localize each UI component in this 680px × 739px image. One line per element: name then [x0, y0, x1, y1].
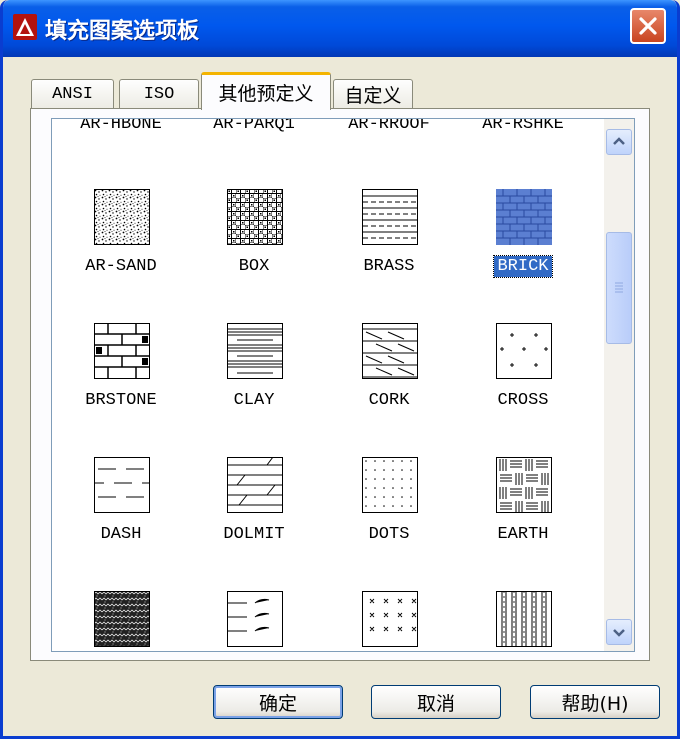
- pattern-flex[interactable]: [187, 591, 321, 651]
- pattern-label: CLAY: [233, 391, 275, 410]
- pattern-box[interactable]: BOX: [187, 189, 321, 323]
- pattern-brick[interactable]: BRICK: [456, 189, 590, 323]
- close-button[interactable]: [630, 8, 666, 44]
- pattern-grid: AR-HBONE AR-PARQ1 AR-RROOF AR-RSHKE AR-S…: [52, 119, 604, 651]
- pattern-grass[interactable]: [322, 591, 456, 651]
- scroll-thumb[interactable]: [606, 232, 632, 344]
- tab-label: 其他预定义: [218, 83, 314, 105]
- pattern-label: DASH: [100, 525, 142, 544]
- brass-pattern-icon: [362, 189, 418, 245]
- pattern-dolmit[interactable]: DOLMIT: [187, 457, 321, 591]
- cancel-button[interactable]: 取消: [371, 685, 501, 719]
- window-title: 填充图案选项板: [45, 19, 200, 44]
- help-button-label: 帮助(H): [561, 692, 629, 715]
- tab-label: ISO: [143, 85, 175, 104]
- autocad-logo-icon: [13, 14, 37, 40]
- pattern-label-selected: BRICK: [493, 255, 553, 278]
- pattern-label-ar-rshke[interactable]: AR-RSHKE: [456, 119, 590, 134]
- tab-iso[interactable]: ISO: [119, 79, 199, 109]
- pattern-label: BRSTONE: [85, 391, 157, 410]
- pattern-label: AR-SAND: [85, 257, 157, 276]
- close-icon: [639, 17, 657, 35]
- pattern-label: DOLMIT: [223, 525, 285, 544]
- box-pattern-icon: [227, 189, 283, 245]
- pattern-brstone[interactable]: BRSTONE: [54, 323, 188, 457]
- pattern-cork[interactable]: CORK: [322, 323, 456, 457]
- vertical-scrollbar[interactable]: [604, 119, 634, 651]
- cancel-button-label: 取消: [416, 692, 455, 715]
- flex-pattern-icon: [227, 591, 283, 647]
- ok-button-label: 确定: [258, 692, 297, 715]
- pattern-clay[interactable]: CLAY: [187, 323, 321, 457]
- pattern-label: CROSS: [497, 391, 549, 410]
- pattern-label-ar-hbone[interactable]: AR-HBONE: [54, 119, 188, 134]
- dash-pattern-icon: [94, 457, 150, 513]
- dolmit-pattern-icon: [227, 457, 283, 513]
- title-bar[interactable]: 填充图案选项板: [3, 0, 677, 57]
- tab-label: 自定义: [344, 85, 402, 107]
- brick-pattern-icon: [496, 189, 552, 245]
- pattern-escher[interactable]: [54, 591, 188, 651]
- cork-pattern-icon: [362, 323, 418, 379]
- selected-label-wrap: BRICK: [456, 255, 590, 278]
- chevron-up-icon: [613, 137, 625, 145]
- tab-custom[interactable]: 自定义: [333, 79, 413, 109]
- ok-button[interactable]: 确定: [213, 685, 343, 719]
- pattern-dash[interactable]: DASH: [54, 457, 188, 591]
- cross-pattern-icon: [496, 323, 552, 379]
- ar-sand-pattern-icon: [94, 189, 150, 245]
- pattern-label-ar-parq1[interactable]: AR-PARQ1: [187, 119, 321, 134]
- pattern-label: BRASS: [363, 257, 415, 276]
- pattern-cross[interactable]: CROSS: [456, 323, 590, 457]
- scroll-up-button[interactable]: [606, 129, 632, 155]
- help-button[interactable]: 帮助(H): [530, 685, 660, 719]
- clay-pattern-icon: [227, 323, 283, 379]
- pattern-brass[interactable]: BRASS: [322, 189, 456, 323]
- tab-other-predefined[interactable]: 其他预定义: [201, 72, 331, 110]
- pattern-dots[interactable]: DOTS: [322, 457, 456, 591]
- pattern-grate[interactable]: [456, 591, 590, 651]
- tab-label: ANSI: [52, 85, 93, 104]
- grip-icon: [615, 282, 623, 293]
- earth-pattern-icon: [496, 457, 552, 513]
- hatch-pattern-palette-dialog: 填充图案选项板 ANSI ISO 其他预定义 自定义 AR-HBONE AR-P…: [0, 0, 680, 739]
- pattern-list[interactable]: AR-HBONE AR-PARQ1 AR-RROOF AR-RSHKE AR-S…: [51, 118, 635, 652]
- scroll-down-button[interactable]: [606, 619, 632, 645]
- pattern-label-ar-rroof[interactable]: AR-RROOF: [322, 119, 456, 134]
- dots-pattern-icon: [362, 457, 418, 513]
- tab-ansi[interactable]: ANSI: [31, 79, 114, 109]
- brstone-pattern-icon: [94, 323, 150, 379]
- pattern-label: CORK: [368, 391, 410, 410]
- pattern-earth[interactable]: EARTH: [456, 457, 590, 591]
- escher-pattern-icon: [94, 591, 150, 647]
- pattern-label: BOX: [238, 257, 270, 276]
- pattern-label: DOTS: [368, 525, 410, 544]
- grass-pattern-icon: [362, 591, 418, 647]
- pattern-label: EARTH: [497, 525, 549, 544]
- grate-pattern-icon: [496, 591, 552, 647]
- pattern-ar-sand[interactable]: AR-SAND: [54, 189, 188, 323]
- chevron-down-icon: [613, 629, 625, 637]
